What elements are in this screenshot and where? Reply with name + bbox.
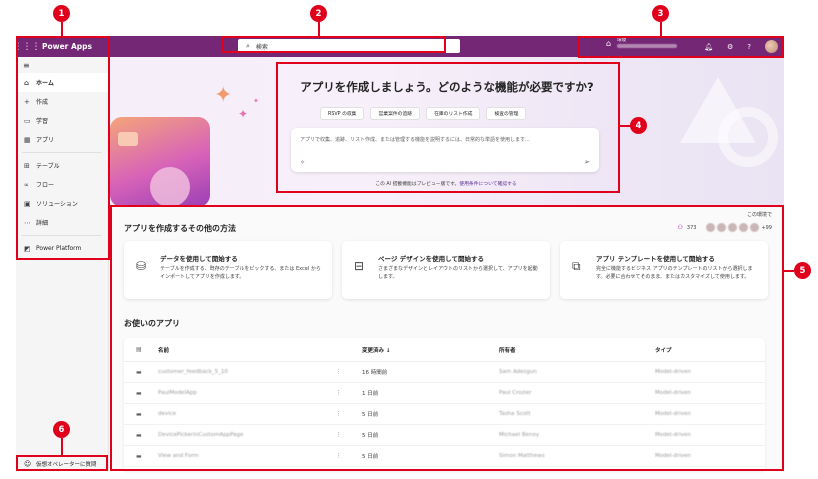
annotation-badge: 4 bbox=[630, 117, 647, 134]
annotation-box-3 bbox=[578, 36, 784, 58]
decorative-shape bbox=[718, 107, 778, 167]
annotation-leader bbox=[660, 22, 662, 37]
sparkle-icon: ✦ bbox=[253, 97, 259, 105]
annotation-badge: 1 bbox=[53, 5, 70, 22]
power-apps-home: ⋮⋮⋮ Power Apps ⌕ 検索 ⌂ 環境 🔔︎ ⚙ ? ≡ ⌂ ホーム … bbox=[0, 0, 818, 479]
annotation-leader bbox=[318, 22, 320, 37]
annotation-box-6 bbox=[16, 455, 108, 471]
annotation-box-5 bbox=[110, 205, 784, 471]
annotation-box-2 bbox=[222, 36, 446, 53]
sparkle-icon: ✦ bbox=[238, 107, 249, 121]
annotation-leader bbox=[61, 438, 63, 455]
annotation-badge: 2 bbox=[310, 5, 327, 22]
annotation-leader bbox=[784, 270, 794, 272]
sparkle-icon: ✦ bbox=[214, 83, 233, 108]
annotation-badge: 5 bbox=[794, 262, 811, 279]
annotation-badge: 3 bbox=[652, 5, 669, 22]
annotation-badge: 6 bbox=[53, 421, 70, 438]
annotation-box-1 bbox=[16, 36, 110, 260]
annotation-leader bbox=[61, 22, 63, 37]
decorative-shape bbox=[150, 167, 190, 205]
annotation-box-4 bbox=[276, 62, 620, 193]
decorative-shape bbox=[118, 132, 138, 146]
